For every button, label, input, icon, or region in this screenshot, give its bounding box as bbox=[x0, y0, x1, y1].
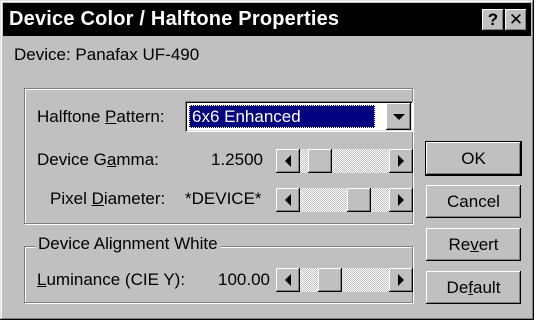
chevron-down-icon bbox=[392, 113, 405, 120]
revert-button-label: Revert bbox=[448, 234, 499, 254]
pixel-diameter-slider[interactable] bbox=[276, 188, 413, 212]
device-name-label: Device: Panafax UF-490 bbox=[14, 45, 200, 64]
slider-right-button[interactable] bbox=[389, 188, 413, 212]
halftone-pattern-label: Halftone Pattern: bbox=[37, 107, 165, 126]
slider-left-button[interactable] bbox=[276, 268, 300, 292]
slider-thumb[interactable] bbox=[347, 188, 371, 212]
alignment-group-title: Device Alignment White bbox=[35, 234, 221, 254]
arrow-left-icon bbox=[285, 194, 291, 206]
device-gamma-value: 1.2500 bbox=[211, 150, 263, 169]
arrow-left-icon bbox=[285, 155, 291, 167]
cancel-button[interactable]: Cancel bbox=[426, 185, 521, 218]
arrow-left-icon bbox=[285, 274, 291, 286]
cancel-button-label: Cancel bbox=[447, 191, 500, 211]
slider-thumb[interactable] bbox=[318, 268, 342, 292]
slider-left-button[interactable] bbox=[276, 188, 300, 212]
ok-button[interactable]: OK bbox=[426, 142, 521, 175]
luminance-value: 100.00 bbox=[218, 270, 270, 289]
help-button[interactable]: ? bbox=[482, 9, 504, 31]
arrow-right-icon bbox=[398, 194, 404, 206]
dialog-window: Device Color / Halftone Properties ? ✕ D… bbox=[0, 0, 534, 320]
help-icon: ? bbox=[487, 10, 499, 29]
slider-left-button[interactable] bbox=[276, 149, 300, 173]
revert-button[interactable]: Revert bbox=[426, 228, 521, 261]
slider-right-button[interactable] bbox=[389, 268, 413, 292]
default-button[interactable]: Default bbox=[426, 271, 521, 304]
slider-right-button[interactable] bbox=[389, 149, 413, 173]
luminance-slider[interactable] bbox=[276, 268, 413, 292]
slider-thumb[interactable] bbox=[308, 149, 332, 173]
slider-track[interactable] bbox=[300, 188, 389, 212]
close-icon: ✕ bbox=[508, 10, 524, 29]
slider-track[interactable] bbox=[300, 268, 389, 292]
title-bar[interactable]: Device Color / Halftone Properties ? ✕ bbox=[3, 3, 531, 36]
luminance-label: Luminance (CIE Y): bbox=[37, 270, 186, 289]
pixel-diameter-label: Pixel Diameter: bbox=[50, 189, 166, 208]
ok-button-label: OK bbox=[461, 148, 486, 168]
pixel-diameter-value: *DEVICE* bbox=[185, 189, 262, 208]
halftone-pattern-value: 6x6 Enhanced bbox=[189, 105, 375, 128]
close-button[interactable]: ✕ bbox=[505, 9, 527, 31]
dropdown-arrow-button[interactable] bbox=[386, 103, 411, 130]
default-button-label: Default bbox=[446, 277, 501, 297]
halftone-pattern-dropdown[interactable]: 6x6 Enhanced bbox=[185, 101, 413, 132]
window-title: Device Color / Halftone Properties bbox=[9, 8, 340, 30]
arrow-right-icon bbox=[398, 155, 404, 167]
device-gamma-slider[interactable] bbox=[276, 149, 413, 173]
arrow-right-icon bbox=[398, 274, 404, 286]
device-gamma-label: Device Gamma: bbox=[37, 150, 159, 169]
